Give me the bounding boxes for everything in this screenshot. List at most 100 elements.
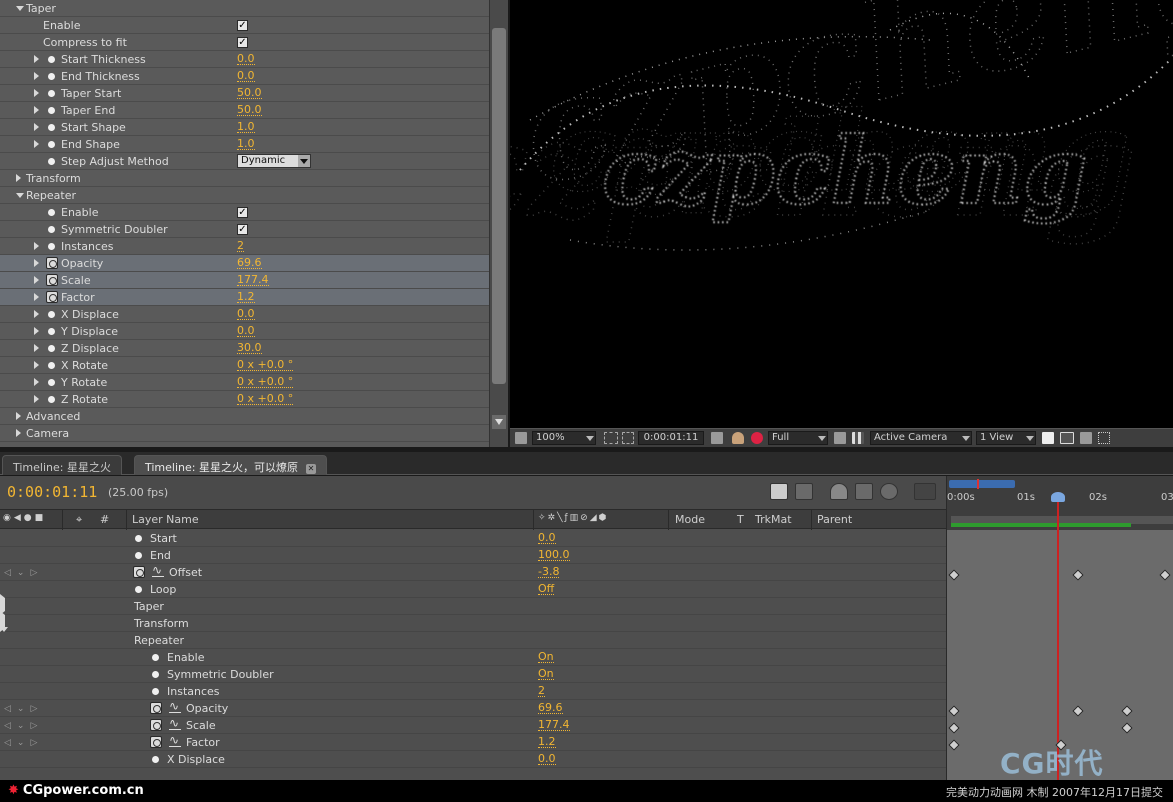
expand-triangle-icon[interactable] <box>34 259 39 267</box>
expand-triangle-icon[interactable] <box>34 344 39 352</box>
collapse-triangle-icon[interactable] <box>16 6 24 11</box>
property-value[interactable]: 2 <box>237 240 244 252</box>
keyframe-navigator-icon[interactable]: ◁⌄▷ <box>4 721 43 731</box>
property-value[interactable]: 1.0 <box>237 138 255 150</box>
expand-triangle-icon[interactable] <box>34 55 39 63</box>
property-value[interactable]: 0.0 <box>237 53 255 65</box>
property-value[interactable]: 0 x +0.0 ° <box>237 376 294 388</box>
fx-row-instances[interactable]: Instances 2 <box>0 238 489 255</box>
tl-row-sym-doubler[interactable]: Symmetric Doubler On <box>0 666 946 683</box>
fast-previews-icon[interactable] <box>1060 432 1074 444</box>
property-value[interactable]: 177.4 <box>237 274 269 286</box>
keyframe-scale[interactable] <box>948 722 960 734</box>
stopwatch-icon[interactable] <box>150 736 162 748</box>
fx-row-taper-start[interactable]: Taper Start 50.0 <box>0 85 489 102</box>
property-value[interactable]: 0.0 <box>538 532 556 544</box>
property-value[interactable]: On <box>538 651 554 663</box>
snapshot-icon[interactable] <box>711 432 723 444</box>
property-value[interactable]: -3.8 <box>538 566 560 578</box>
time-ruler[interactable]: 0:00s 01s 02s 03s <box>947 476 1173 530</box>
frame-blending-icon[interactable] <box>855 483 873 500</box>
checkbox[interactable]: ✓ <box>237 37 248 48</box>
property-value[interactable]: 50.0 <box>237 87 262 99</box>
fx-row-camera[interactable]: Camera <box>0 425 489 442</box>
property-value[interactable]: 0.0 <box>237 308 255 320</box>
expand-triangle-icon[interactable] <box>34 242 39 250</box>
layer-switches-icon[interactable]: ✧✲╲ƒ▥⊘◢⬢ <box>538 513 609 523</box>
effect-controls-scrollbar[interactable] <box>489 0 508 447</box>
property-value[interactable]: 2 <box>538 685 545 697</box>
show-snapshot-icon[interactable] <box>732 432 744 444</box>
expand-triangle-icon[interactable] <box>16 174 21 182</box>
fx-row-y-displace[interactable]: Y Displace 0.0 <box>0 323 489 340</box>
zoom-dropdown[interactable]: 100% <box>532 431 596 445</box>
stopwatch-icon[interactable] <box>133 566 145 578</box>
tl-row-repeater[interactable]: Repeater <box>0 627 946 649</box>
checkbox[interactable]: ✓ <box>237 20 248 31</box>
motion-blur-icon[interactable] <box>880 483 898 500</box>
graph-icon[interactable] <box>169 699 181 713</box>
fx-row-opacity[interactable]: Opacity 69.6 <box>0 255 489 272</box>
tab-timeline-1[interactable]: Timeline: 星星之火 <box>2 455 122 475</box>
property-value[interactable]: 0 x +0.0 ° <box>237 393 294 405</box>
tl-row-instances[interactable]: Instances 2 <box>0 683 946 700</box>
expand-triangle-icon[interactable] <box>34 293 39 301</box>
fx-row-taper-end[interactable]: Taper End 50.0 <box>0 102 489 119</box>
layer-name-header[interactable]: Layer Name <box>132 513 199 526</box>
fx-row-transform[interactable]: Transform <box>0 170 489 187</box>
stopwatch-icon[interactable] <box>150 702 162 714</box>
expand-triangle-icon[interactable] <box>34 327 39 335</box>
property-value[interactable]: 1.2 <box>538 736 556 748</box>
always-preview-icon[interactable] <box>515 432 527 444</box>
stopwatch-icon[interactable] <box>46 257 58 269</box>
tl-row-end[interactable]: End 100.0 <box>0 547 946 564</box>
tl-row-scale[interactable]: ◁⌄▷ Scale 177.4 <box>0 716 946 734</box>
fx-row-x-rotate[interactable]: X Rotate 0 x +0.0 ° <box>0 357 489 374</box>
fx-row-z-rotate[interactable]: Z Rotate 0 x +0.0 ° <box>0 391 489 408</box>
checkbox[interactable]: ✓ <box>237 207 248 218</box>
collapse-triangle-icon[interactable] <box>0 627 8 645</box>
graph-editor-icon[interactable] <box>914 483 936 500</box>
tl-row-loop[interactable]: Loop Off <box>0 581 946 598</box>
layer-duration-bar[interactable] <box>951 523 1131 527</box>
graph-icon[interactable] <box>169 733 181 747</box>
current-time-indicator-head[interactable] <box>1051 492 1065 502</box>
property-value[interactable]: 0 x +0.0 ° <box>237 359 294 371</box>
property-value[interactable]: On <box>538 668 554 680</box>
keyframe-offset[interactable] <box>948 569 960 581</box>
live-update-icon[interactable] <box>770 483 788 500</box>
property-value[interactable]: 0.0 <box>237 325 255 337</box>
resolution-dropdown[interactable]: Full <box>768 431 828 445</box>
fx-row-compress[interactable]: Compress to fit ✓ <box>0 34 489 51</box>
expand-triangle-icon[interactable] <box>34 72 39 80</box>
fx-row-sym-doubler[interactable]: Symmetric Doubler ✓ <box>0 221 489 238</box>
property-value[interactable]: 1.0 <box>237 121 255 133</box>
checkbox[interactable]: ✓ <box>237 224 248 235</box>
stopwatch-icon[interactable] <box>46 274 58 286</box>
expand-triangle-icon[interactable] <box>34 89 39 97</box>
fx-row-scale[interactable]: Scale 177.4 <box>0 272 489 289</box>
keyframe-offset[interactable] <box>1159 569 1171 581</box>
time-graph[interactable]: 0:00s 01s 02s 03s <box>946 476 1173 780</box>
property-value[interactable]: Off <box>538 583 555 595</box>
keyframe-navigator-icon[interactable]: ◁⌄▷ <box>4 704 43 714</box>
fx-row-rep-enable[interactable]: Enable ✓ <box>0 204 489 221</box>
tab-timeline-2[interactable]: Timeline: 星星之火，可以燎原 ✕ <box>134 455 327 475</box>
tl-row-factor[interactable]: ◁⌄▷ Factor 1.2 <box>0 733 946 751</box>
fx-row-repeater[interactable]: Repeater <box>0 187 489 204</box>
expand-triangle-icon[interactable] <box>16 412 21 420</box>
fx-row-y-rotate[interactable]: Y Rotate 0 x +0.0 ° <box>0 374 489 391</box>
keyframe-opacity[interactable] <box>1072 705 1084 717</box>
expand-triangle-icon[interactable] <box>16 429 21 437</box>
time-navigator[interactable] <box>949 480 1015 488</box>
keyframe-opacity[interactable] <box>948 705 960 717</box>
fx-row-factor[interactable]: Factor 1.2 <box>0 289 489 306</box>
chevron-down-icon[interactable] <box>298 155 310 167</box>
keyframe-navigator-icon[interactable]: ◁⌄▷ <box>4 738 43 748</box>
keyframe-navigator-icon[interactable]: ◁⌄▷ <box>4 568 43 578</box>
safe-margins-icon[interactable] <box>604 432 618 444</box>
step-adjust-dropdown[interactable]: Dynamic <box>237 154 311 168</box>
expand-triangle-icon[interactable] <box>34 276 39 284</box>
property-value[interactable]: 1.2 <box>237 291 255 303</box>
mask-view-icon[interactable] <box>622 432 634 444</box>
